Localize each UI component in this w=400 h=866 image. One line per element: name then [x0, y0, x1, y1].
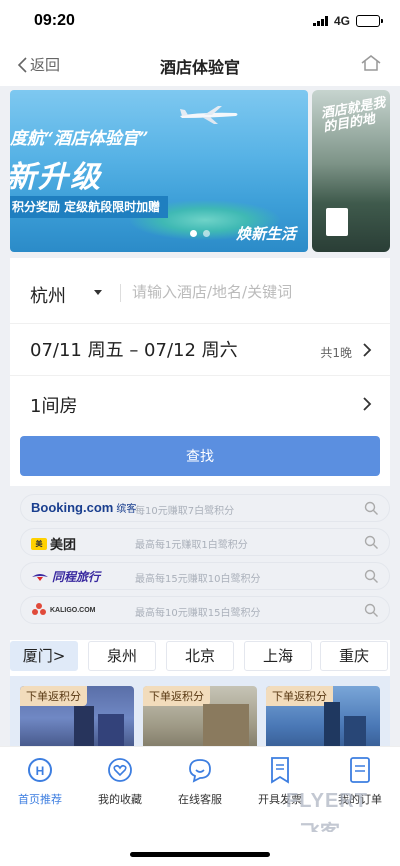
search-icon[interactable]	[364, 569, 379, 584]
battery-icon	[356, 15, 383, 27]
city-selector[interactable]: 杭州	[30, 282, 66, 308]
tongcheng-logo: 同程旅行	[31, 568, 100, 585]
tab-bar: H 首页推荐 我的收藏 在线客服 开具发票 我的订单	[0, 746, 400, 832]
promo-banner[interactable]: 度航“酒店体验官” 新升级 积分奖励 定级航段限时加赠 焕新生活 酒店就是我 的…	[10, 90, 390, 252]
partner-name: KALIGO.COM	[50, 606, 96, 614]
building-graphic	[203, 704, 249, 752]
destination-row: 杭州	[10, 258, 390, 324]
hotel-card[interactable]: 下单返积分	[266, 686, 380, 752]
back-button[interactable]: 返回	[16, 54, 60, 75]
partner-name: 同程旅行	[52, 570, 101, 584]
banner-brand: 焕新生活	[235, 225, 296, 243]
nights-count: 共1晚	[320, 346, 352, 360]
search-button[interactable]: 查找	[20, 436, 380, 476]
banner-side-logo	[326, 208, 348, 236]
banner-slide-main[interactable]: 度航“酒店体验官” 新升级 积分奖励 定级航段限时加赠 焕新生活	[10, 90, 308, 252]
tab-quanzhou[interactable]: 泉州	[88, 641, 156, 671]
hotel-card[interactable]: 下单返积分	[20, 686, 134, 752]
booking-logo: Booking.com 缤客	[31, 500, 136, 515]
search-icon[interactable]	[364, 535, 379, 550]
room-count: 1间房	[30, 396, 78, 417]
keyword-input[interactable]	[132, 278, 372, 306]
banner-slide-next[interactable]: 酒店就是我 的目的地	[312, 90, 390, 252]
tab-beijing[interactable]: 北京	[166, 641, 234, 671]
order-icon	[350, 757, 370, 783]
nav-bar: 返回 酒店体验官	[0, 44, 400, 86]
chevron-left-icon	[17, 56, 27, 73]
home-icon: H	[28, 758, 52, 782]
banner-line-2: 新升级	[10, 160, 102, 195]
banner-dot	[190, 230, 197, 237]
chat-icon	[189, 759, 211, 783]
meituan-badge-icon: 美	[31, 537, 47, 550]
meituan-logo: 美 美团	[31, 534, 76, 553]
tab-service[interactable]: 在线客服	[160, 755, 240, 807]
back-label: 返回	[30, 56, 61, 74]
status-time: 09:20	[34, 12, 75, 29]
banner-line-1: 度航“酒店体验官”	[10, 129, 149, 149]
tab-label: 在线客服	[178, 793, 222, 806]
partner-name: Booking.com	[31, 500, 114, 515]
chevron-right-icon	[363, 397, 372, 411]
partner-item[interactable]: 美 美团 最高每1元赚取1白鹭积分	[20, 528, 390, 556]
status-bar: 09:20 4G	[0, 0, 400, 44]
partner-desc: 每10元赚取7白鹭积分	[135, 506, 235, 517]
signal-icon	[312, 16, 328, 26]
date-range: 07/11 周五 – 07/12 周六	[30, 340, 238, 361]
tab-favorites[interactable]: 我的收藏	[80, 755, 160, 807]
partner-desc: 最高每10元赚取15白鹭积分	[135, 608, 261, 619]
home-indicator[interactable]	[130, 852, 270, 857]
chevron-right-icon	[363, 343, 372, 357]
airplane-icon	[180, 106, 238, 124]
banner-pagination	[190, 230, 210, 237]
tab-shanghai[interactable]: 上海	[244, 641, 312, 671]
search-icon[interactable]	[364, 603, 379, 618]
divider	[120, 284, 121, 302]
watermark: FLYERT	[286, 790, 368, 812]
banner-line-3: 积分奖励 定级航段限时加赠	[10, 196, 169, 218]
tab-label: 我的收藏	[98, 793, 142, 806]
bottom-safe-area	[0, 832, 400, 866]
partner-item[interactable]: Booking.com 缤客 每10元赚取7白鹭积分	[20, 494, 390, 522]
invoice-icon	[271, 757, 289, 784]
kaligo-flower-icon	[32, 603, 46, 615]
partner-item[interactable]: 同程旅行 最高每15元赚取10白鹭积分	[20, 562, 390, 590]
svg-text:H: H	[36, 764, 45, 778]
city-tabs: 厦门> 泉州 北京 上海 重庆	[10, 640, 390, 680]
tongcheng-bird-icon	[32, 573, 48, 581]
network-label: 4G	[333, 14, 350, 28]
points-badge: 下单返积分	[266, 686, 333, 706]
partner-desc: 最高每15元赚取10白鹭积分	[135, 574, 261, 585]
tab-label: 首页推荐	[18, 793, 62, 806]
partner-name: 美团	[50, 538, 77, 553]
room-row[interactable]: 1间房	[10, 376, 390, 432]
hotel-list: 下单返积分 下单返积分 下单返积分	[10, 676, 390, 752]
status-indicators: 4G	[312, 14, 383, 28]
points-badge: 下单返积分	[143, 686, 210, 706]
heart-icon	[108, 758, 132, 782]
kaligo-logo: KALIGO.COM	[31, 602, 96, 618]
search-icon[interactable]	[364, 501, 379, 516]
hotel-search-form: 杭州 07/11 周五 – 07/12 周六 共1晚 1间房 查找	[10, 258, 390, 486]
tab-chongqing[interactable]: 重庆	[320, 641, 388, 671]
home-button[interactable]	[360, 54, 382, 76]
points-badge: 下单返积分	[20, 686, 87, 706]
caret-down-icon[interactable]	[94, 290, 102, 295]
partner-item[interactable]: KALIGO.COM 最高每10元赚取15白鹭积分	[20, 596, 390, 624]
tab-home[interactable]: H 首页推荐	[0, 755, 80, 807]
home-outline-icon	[361, 55, 381, 71]
building-graphic	[324, 702, 340, 752]
banner-side-text: 酒店就是我 的目的地	[319, 95, 387, 136]
tab-xiamen[interactable]: 厦门>	[10, 641, 78, 671]
partner-desc: 最高每1元赚取1白鹭积分	[135, 540, 248, 551]
date-row[interactable]: 07/11 周五 – 07/12 周六 共1晚	[10, 324, 390, 376]
hotel-card[interactable]: 下单返积分	[143, 686, 257, 752]
banner-dot	[203, 230, 210, 237]
partner-suffix: 缤客	[116, 504, 137, 515]
